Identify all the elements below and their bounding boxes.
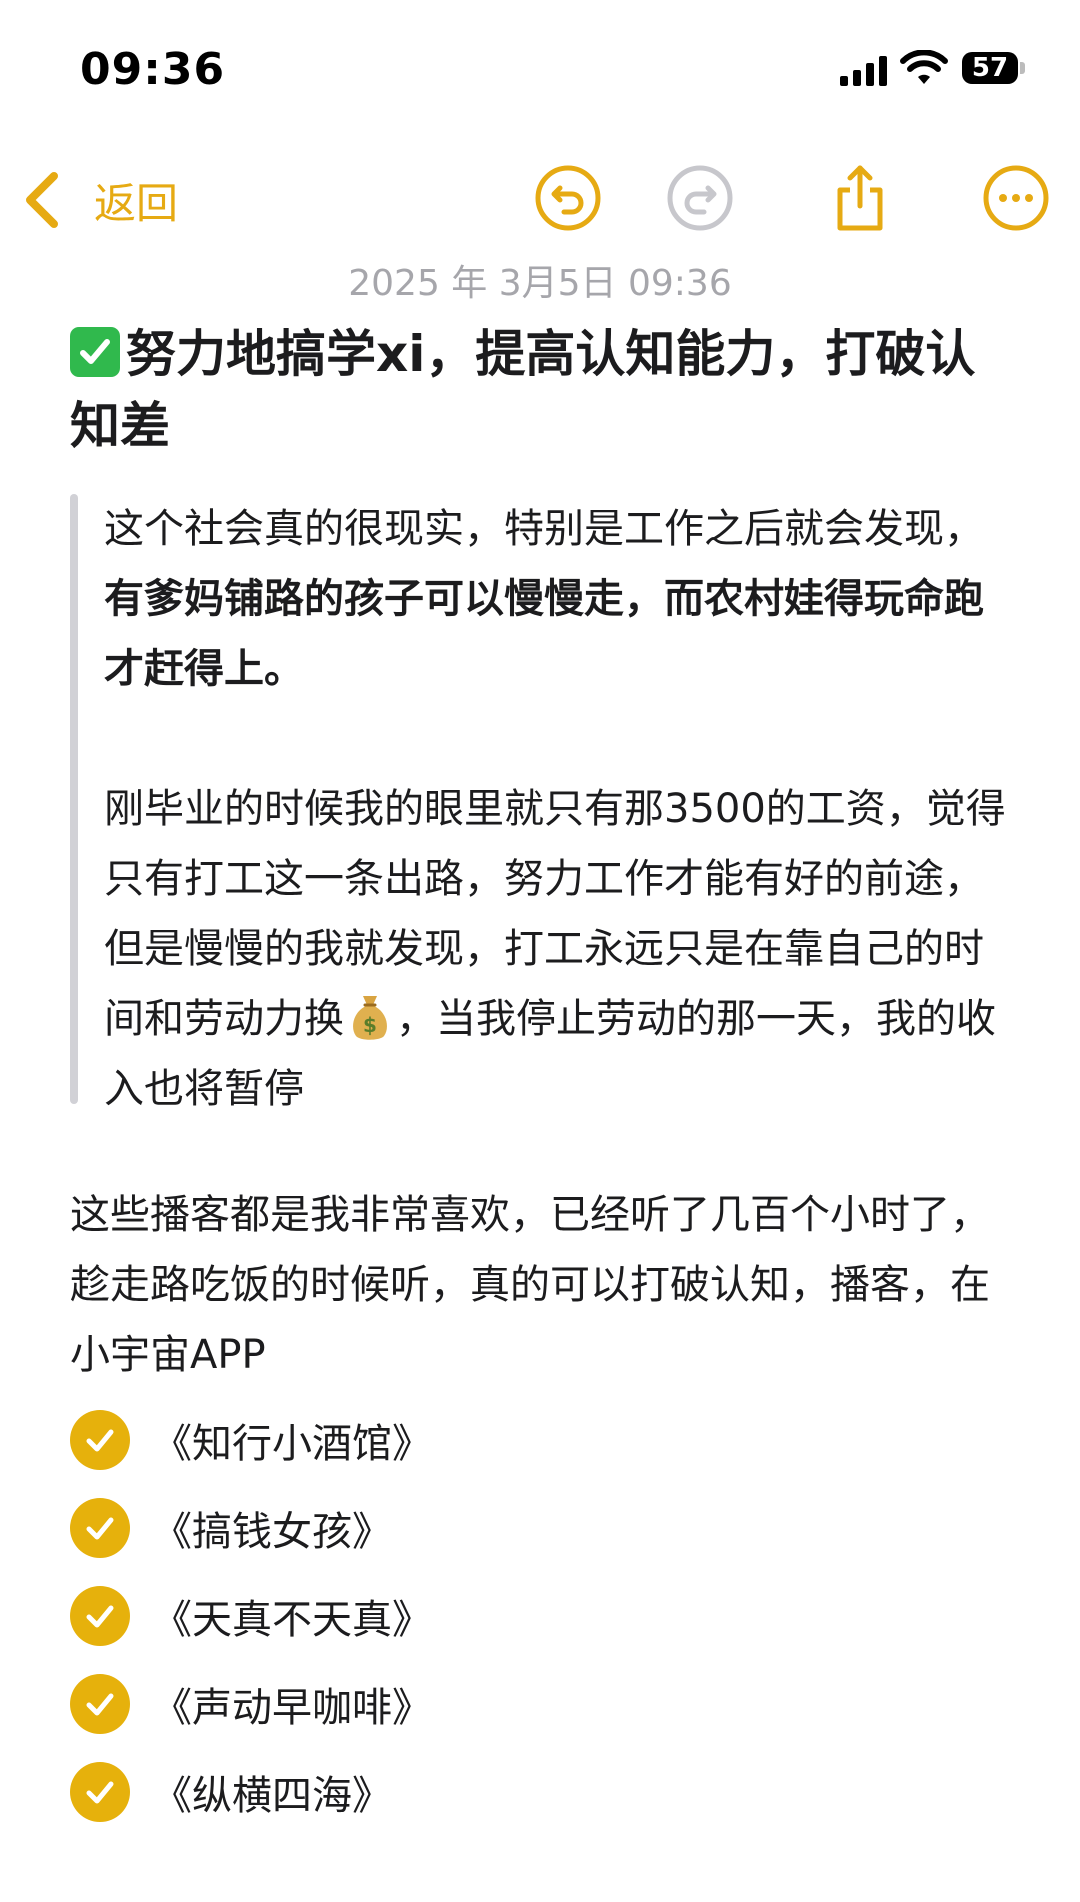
checklist-label[interactable]: 《搞钱女孩》 [152,1499,392,1557]
checklist-item: 《纵横四海》 [70,1748,970,1836]
podcast-checklist: 《知行小酒馆》 《搞钱女孩》 《天真不天真》 《声动早咖啡》 《纵横四海》 [70,1396,970,1836]
checklist-label[interactable]: 《知行小酒馆》 [152,1411,432,1469]
checklist-label[interactable]: 《纵横四海》 [152,1763,392,1821]
check-circle-icon[interactable] [70,1410,130,1470]
body-paragraph[interactable]: 这些播客都是我非常喜欢，已经听了几百个小时了，趁走路吃饭的时候听，真的可以打破认… [70,1180,1020,1390]
check-circle-icon[interactable] [70,1586,130,1646]
note-date: 2025 年 3月5日 09:36 [348,263,732,304]
check-circle-icon[interactable] [70,1762,130,1822]
note-title[interactable]: 努力地搞学xi，提高认知能力，打破认知差 [70,318,1010,462]
undo-icon [535,165,601,231]
quote-lead-text: 这个社会真的很现实，特别是工作之后就会发现， [104,506,984,552]
status-time: 09:36 [80,44,226,95]
redo-button[interactable] [664,162,736,234]
money-bag-icon: $ [353,996,387,1040]
check-mark-emoji-icon [70,327,120,377]
quote-gap [104,704,1014,774]
more-icon [983,165,1049,231]
checklist-item: 《天真不天真》 [70,1572,970,1660]
back-button[interactable]: 返回 [20,160,178,240]
block-quote[interactable]: 这个社会真的很现实，特别是工作之后就会发现， 有爹妈铺路的孩子可以慢慢走，而农村娃… [70,494,1020,1112]
chevron-left-icon [26,172,58,228]
share-icon [837,165,883,231]
quote-content: 这个社会真的很现实，特别是工作之后就会发现， 有爹妈铺路的孩子可以慢慢走，而农村娃… [104,494,1014,1124]
check-circle-icon[interactable] [70,1498,130,1558]
redo-icon [667,165,733,231]
nav-bar: 返回 [0,150,1080,250]
status-bar: 09:36 57 [0,0,1080,140]
checklist-label[interactable]: 《天真不天真》 [152,1587,432,1645]
battery-nub [1020,62,1025,74]
battery-level: 57 [971,53,1009,83]
check-circle-icon[interactable] [70,1674,130,1734]
checklist-item: 《搞钱女孩》 [70,1484,970,1572]
svg-text:$: $ [363,1013,377,1037]
checklist-label[interactable]: 《声动早咖啡》 [152,1675,432,1733]
checklist-item: 《声动早咖啡》 [70,1660,970,1748]
quote-paragraph-2: 刚毕业的时候我的眼里就只有那3500的工资，觉得只有打工这一条出路，努力工作才能… [104,774,1014,1124]
wifi-icon [900,50,948,84]
back-label: 返回 [94,178,179,228]
undo-button[interactable] [532,162,604,234]
quote-bar [70,494,78,1104]
note-title-text: 努力地搞学xi，提高认知能力，打破认知差 [70,325,976,455]
battery-icon: 57 [962,52,1026,86]
quote-paragraph-1: 这个社会真的很现实，特别是工作之后就会发现， 有爹妈铺路的孩子可以慢慢走，而农村娃… [104,494,1014,704]
signal-icon [840,56,887,86]
more-button[interactable] [980,162,1052,234]
checklist-item: 《知行小酒馆》 [70,1396,970,1484]
quote-bold-text: 有爹妈铺路的孩子可以慢慢走，而农村娃得玩命跑才赶得上。 [104,576,984,692]
share-button[interactable] [824,162,896,234]
